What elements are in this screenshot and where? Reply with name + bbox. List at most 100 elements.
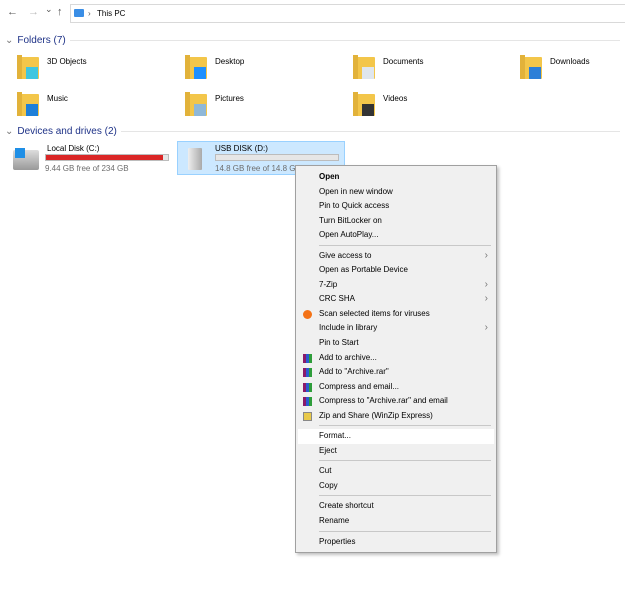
avast-icon (303, 309, 312, 319)
drive-usage-bar (215, 154, 339, 161)
chevron-right-icon: › (484, 293, 488, 305)
menu-item-scan-selected-items-for-viruses[interactable]: Scan selected items for viruses (298, 307, 494, 322)
menu-separator (319, 530, 491, 532)
folder-pictures[interactable]: Pictures (185, 92, 345, 118)
folder-documents[interactable]: Documents (353, 55, 513, 81)
menu-item-label: Open in new window (319, 186, 393, 196)
folder-label: 3D Objects (47, 57, 87, 66)
winrar-icon (303, 397, 312, 407)
up-button[interactable]: ↑ (57, 6, 63, 18)
folder-videos[interactable]: Videos (353, 92, 513, 118)
folder-downloads[interactable]: Downloads (520, 55, 625, 81)
menu-item-add-to-archive-rar[interactable]: Add to "Archive.rar" (298, 365, 494, 380)
menu-item-open[interactable]: Open (298, 170, 494, 185)
menu-item-open-as-portable-device[interactable]: Open as Portable Device (298, 263, 494, 278)
menu-item-label: Give access to (319, 250, 372, 260)
menu-item-pin-to-start[interactable]: Pin to Start (298, 336, 494, 351)
folder-label: Music (47, 94, 68, 103)
menu-item-turn-bitlocker-on[interactable]: Turn BitLocker on (298, 214, 494, 229)
folders-group-header[interactable]: ⌄ Folders (7) (5, 35, 620, 46)
folder-3d-objects[interactable]: 3D Objects (17, 55, 177, 81)
back-button[interactable]: ← (7, 6, 18, 18)
menu-item-format[interactable]: Format... (298, 429, 494, 444)
menu-item-zip-and-share-winzip-express[interactable]: Zip and Share (WinZip Express) (298, 409, 494, 424)
menu-item-eject[interactable]: Eject (298, 444, 494, 459)
menu-item-label: Scan selected items for viruses (319, 308, 430, 318)
menu-item-label: Copy (319, 480, 338, 490)
3d-objects-folder-icon (17, 55, 39, 79)
forward-button[interactable]: → (28, 6, 39, 18)
folder-music[interactable]: Music (17, 92, 177, 118)
downloads-folder-icon (520, 55, 542, 79)
windows-drive-icon (13, 148, 39, 170)
divider (120, 131, 620, 132)
menu-separator (319, 495, 491, 497)
menu-item-rename[interactable]: Rename (298, 514, 494, 529)
drive-usage-bar (45, 154, 169, 161)
winrar-icon (303, 368, 312, 378)
drive-label: Local Disk (C:) (47, 144, 100, 153)
music-folder-icon (17, 92, 39, 116)
drive-free-space: 14.8 GB free of 14.8 GB (215, 164, 301, 173)
menu-item-give-access-to[interactable]: Give access to › (298, 249, 494, 264)
chevron-down-icon: ⌄ (5, 35, 14, 46)
menu-item-label: 7-Zip (319, 279, 338, 289)
menu-item-compress-and-email[interactable]: Compress and email... (298, 380, 494, 395)
address-bar[interactable]: › This PC (70, 4, 625, 23)
menu-item-label: Add to archive... (319, 352, 377, 362)
drive-usage-fill (46, 155, 164, 160)
winzip-icon (303, 411, 312, 421)
menu-item-add-to-archive[interactable]: Add to archive... (298, 351, 494, 366)
breadcrumb-this-pc[interactable]: This PC (97, 9, 125, 18)
folder-label: Videos (383, 94, 408, 103)
menu-item-label: Properties (319, 536, 356, 546)
menu-item-label: Cut (319, 466, 332, 476)
folder-label: Documents (383, 57, 424, 66)
folder-label: Pictures (215, 94, 244, 103)
menu-separator (319, 425, 491, 427)
winrar-icon (303, 382, 312, 392)
menu-item-label: Open as Portable Device (319, 265, 408, 275)
menu-item-label: Eject (319, 445, 337, 455)
drive-free-space: 9.44 GB free of 234 GB (45, 164, 129, 173)
breadcrumb-separator: › (88, 9, 91, 18)
menu-item-copy[interactable]: Copy (298, 479, 494, 494)
chevron-down-icon: ⌄ (5, 126, 14, 137)
drives-group-header[interactable]: ⌄ Devices and drives (2) (5, 126, 620, 137)
menu-item-label: Pin to Quick access (319, 201, 390, 211)
menu-item-label: Turn BitLocker on (319, 215, 382, 225)
usb-drive-icon (188, 148, 202, 170)
menu-item-properties[interactable]: Properties (298, 535, 494, 550)
menu-item-label: CRC SHA (319, 294, 356, 304)
folders-header-label: Folders (7) (17, 35, 66, 46)
recent-locations-button[interactable]: ⌄ (45, 4, 53, 15)
menu-item-label: Compress to "Archive.rar" and email (319, 396, 448, 406)
menu-item-create-shortcut[interactable]: Create shortcut (298, 499, 494, 514)
desktop-folder-icon (185, 55, 207, 79)
menu-item-label: Rename (319, 516, 350, 526)
menu-item-compress-to-archive-rar-and-email[interactable]: Compress to "Archive.rar" and email (298, 394, 494, 409)
videos-folder-icon (353, 92, 375, 116)
menu-item-label: Include in library (319, 323, 378, 333)
menu-item-include-in-library[interactable]: Include in library › (298, 321, 494, 336)
chevron-right-icon: › (484, 249, 488, 261)
menu-item-label: Compress and email... (319, 381, 400, 391)
menu-item-label: Create shortcut (319, 501, 374, 511)
menu-separator (319, 244, 491, 246)
menu-item-crc-sha[interactable]: CRC SHA › (298, 292, 494, 307)
drive-local-disk-c[interactable]: Local Disk (C:) 9.44 GB free of 234 GB (13, 142, 173, 176)
drives-header-label: Devices and drives (2) (17, 126, 117, 137)
folder-label: Desktop (215, 57, 245, 66)
menu-item-cut[interactable]: Cut (298, 464, 494, 479)
menu-item-7-zip[interactable]: 7-Zip › (298, 278, 494, 293)
menu-item-label: Pin to Start (319, 338, 359, 348)
folder-desktop[interactable]: Desktop (185, 55, 345, 81)
context-menu: Open Open in new window Pin to Quick acces… (295, 165, 497, 554)
menu-item-open-autoplay[interactable]: Open AutoPlay... (298, 228, 494, 243)
menu-item-label: Format... (319, 431, 352, 441)
menu-item-label: Add to "Archive.rar" (319, 367, 389, 377)
menu-item-open-in-new-window[interactable]: Open in new window (298, 185, 494, 200)
menu-item-label: Zip and Share (WinZip Express) (319, 410, 433, 420)
chevron-right-icon: › (484, 322, 488, 334)
menu-item-pin-to-quick-access[interactable]: Pin to Quick access (298, 199, 494, 214)
